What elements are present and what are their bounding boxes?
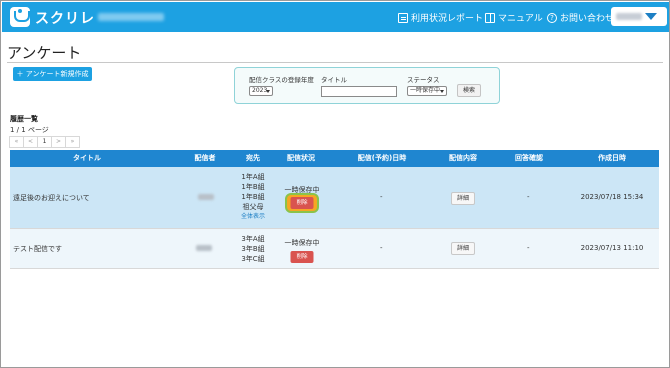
new-survey-button[interactable]: ＋ アンケート新規作成 <box>13 67 92 81</box>
pager-last[interactable]: » <box>65 136 80 148</box>
pagination: « < 1 > » <box>9 136 80 148</box>
nav-contact[interactable]: ? お問い合わせ <box>547 11 614 24</box>
destination-list: 3年A組 3年B組 3年C組 <box>234 234 272 264</box>
row-title[interactable]: テスト配信です <box>13 244 62 254</box>
title-divider <box>7 62 663 63</box>
col-created: 作成日時 <box>598 154 626 162</box>
destination-item: 3年A組 <box>241 235 265 243</box>
created-date: 2023/07/13 11:10 <box>580 244 644 252</box>
col-sender: 配信者 <box>194 154 216 162</box>
col-status: 配信状況 <box>287 154 315 162</box>
table-header: タイトル 配信者 宛先 配信状況 配信(予約)日時 配信内容 回答確認 作成日時 <box>10 150 659 167</box>
delete-button[interactable]: 削除 <box>290 197 314 209</box>
page-count: 1 / 1 ページ <box>10 126 49 134</box>
status-select-value: 一時保存中 <box>410 87 441 94</box>
search-button[interactable]: 検索 <box>457 84 481 97</box>
year-filter-label: 配信クラスの登録年度 <box>249 76 314 84</box>
caret-down-icon <box>645 13 657 20</box>
col-content: 配信内容 <box>449 154 477 162</box>
destination-item: 1年B組 <box>241 183 265 191</box>
history-heading: 履歴一覧 <box>10 115 38 123</box>
delete-wrap: 削除 <box>285 247 319 267</box>
show-all-link[interactable]: 全体表示 <box>234 212 272 222</box>
app-logo-icon <box>10 7 30 27</box>
col-answers: 回答確認 <box>515 154 543 162</box>
scheduled-value: - <box>380 193 383 201</box>
delete-button[interactable]: 削除 <box>290 251 314 263</box>
scheduled-value: - <box>380 244 383 252</box>
col-scheduled: 配信(予約)日時 <box>357 154 407 162</box>
year-select-value: 2023 <box>252 87 268 94</box>
pager-page-1[interactable]: 1 <box>37 136 52 148</box>
help-icon: ? <box>547 12 557 23</box>
status-filter-label: ステータス <box>407 76 440 84</box>
destination-item: 1年A組 <box>241 173 265 181</box>
book-icon <box>485 12 495 23</box>
detail-button[interactable]: 詳細 <box>451 192 475 205</box>
detail-button[interactable]: 詳細 <box>451 242 475 255</box>
table-row[interactable]: 遠足後のお迎えについて 1年A組 1年B組 1年B組 祖父母 全体表示 一時保存… <box>10 167 659 229</box>
select-caret-icon <box>440 90 444 93</box>
destination-item: 3年B組 <box>241 245 265 253</box>
table-row[interactable]: テスト配信です 3年A組 3年B組 3年C組 一時保存中 削除 - 詳細 - 2… <box>10 229 659 269</box>
pager-prev[interactable]: < <box>23 136 38 148</box>
year-select[interactable]: 2023 <box>249 86 273 96</box>
nav-usage-report[interactable]: 利用状況レポート <box>398 11 483 24</box>
destination-item: 3年C組 <box>241 255 265 263</box>
sender-redacted <box>196 245 212 251</box>
answers-value: - <box>527 193 530 201</box>
destination-list: 1年A組 1年B組 1年B組 祖父母 全体表示 <box>234 172 272 222</box>
app-window: スクリレ 利用状況レポート マニュアル ? お問い合わせ アンケート ＋ アンケ… <box>0 0 670 368</box>
status-select[interactable]: 一時保存中 <box>407 86 447 96</box>
select-caret-icon <box>266 90 270 93</box>
col-title: タイトル <box>73 154 101 162</box>
user-name-redacted <box>616 13 642 20</box>
title-search-input[interactable] <box>321 86 397 97</box>
nav-usage-report-label: 利用状況レポート <box>411 14 484 24</box>
title-filter-label: タイトル <box>321 76 347 84</box>
report-icon <box>398 12 408 23</box>
filter-panel: 配信クラスの登録年度 2023 タイトル ステータス 一時保存中 検索 <box>234 67 500 104</box>
destination-item: 祖父母 <box>242 203 264 211</box>
destination-item: 1年B組 <box>241 193 265 201</box>
page-title: アンケート <box>7 44 82 62</box>
top-header: スクリレ 利用状況レポート マニュアル ? お問い合わせ <box>2 2 669 32</box>
col-destination: 宛先 <box>246 154 260 162</box>
user-menu-button[interactable] <box>611 7 667 26</box>
sender-redacted <box>198 194 214 200</box>
delete-highlight: 削除 <box>285 193 319 213</box>
answers-value: - <box>527 244 530 252</box>
app-name: スクリレ <box>35 11 95 27</box>
nav-manual[interactable]: マニュアル <box>485 11 543 24</box>
nav-contact-label: お問い合わせ <box>560 14 615 24</box>
pager-first[interactable]: « <box>9 136 24 148</box>
pager-next[interactable]: > <box>51 136 66 148</box>
nav-manual-label: マニュアル <box>498 14 543 24</box>
created-date: 2023/07/18 15:34 <box>580 193 644 201</box>
school-name-redacted <box>98 13 164 21</box>
row-title[interactable]: 遠足後のお迎えについて <box>13 193 90 203</box>
